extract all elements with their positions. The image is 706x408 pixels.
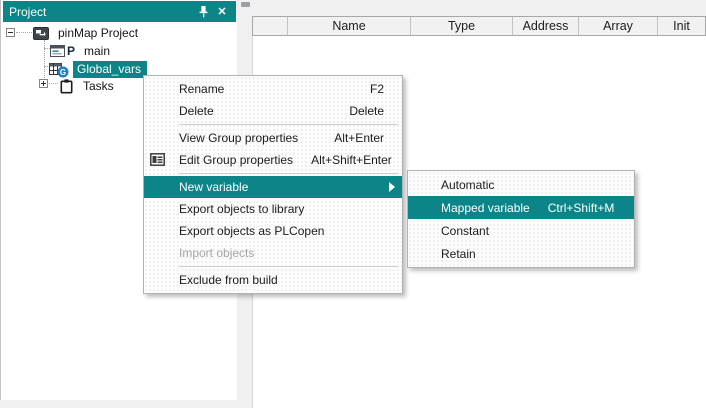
tree-expander-expand[interactable] <box>39 79 48 88</box>
panel-title: Project <box>9 5 46 19</box>
context-menu: Rename F2 Delete Delete View Group prope… <box>143 75 403 294</box>
column-header-array[interactable]: Array <box>579 17 658 35</box>
shortcut: Alt+Enter <box>316 131 384 145</box>
global-vars-icon: G <box>49 61 73 77</box>
project-icon <box>33 27 49 40</box>
program-icon <box>50 45 65 57</box>
column-header-name[interactable]: Name <box>288 17 411 35</box>
shortcut: Delete <box>331 104 384 118</box>
shortcut: Alt+Shift+Enter <box>293 153 392 167</box>
pin-icon[interactable] <box>195 4 211 19</box>
column-header-type[interactable]: Type <box>411 17 513 35</box>
context-menu-item-export-objects-as-plcopen[interactable]: Export objects as PLCopen <box>144 220 402 242</box>
tree-connector <box>16 32 32 33</box>
tasks-icon <box>60 79 73 94</box>
menu-separator <box>179 266 398 267</box>
submenu-item-mapped-variable[interactable]: Mapped variable Ctrl+Shift+M <box>408 196 634 219</box>
submenu-new-variable: Automatic Mapped variable Ctrl+Shift+M C… <box>407 170 635 268</box>
tree-item-global-vars[interactable]: G Global_vars <box>49 61 147 77</box>
context-menu-item-edit-group-properties[interactable]: Edit Group properties Alt+Shift+Enter <box>144 149 402 171</box>
column-header-address[interactable]: Address <box>513 17 579 35</box>
tree-item-label[interactable]: Tasks <box>83 79 114 93</box>
tree-item-label-selected[interactable]: Global_vars <box>73 61 147 78</box>
submenu-item-constant[interactable]: Constant <box>408 219 634 242</box>
submenu-item-retain[interactable]: Retain <box>408 242 634 265</box>
submenu-item-automatic[interactable]: Automatic <box>408 173 634 196</box>
properties-form-icon <box>150 153 165 166</box>
tree-expander-collapse[interactable] <box>6 28 15 37</box>
tree-item-tasks[interactable]: Tasks <box>60 78 114 94</box>
tree-connector <box>49 83 58 84</box>
context-menu-item-new-variable[interactable]: New variable <box>144 176 402 198</box>
column-header-init[interactable]: Init <box>658 17 705 35</box>
tree-item-project-root[interactable]: pinMap Project <box>33 25 138 41</box>
context-menu-item-delete[interactable]: Delete Delete <box>144 100 402 122</box>
close-icon[interactable]: ✕ <box>214 4 230 19</box>
context-menu-item-rename[interactable]: Rename F2 <box>144 78 402 100</box>
svg-text:G: G <box>60 68 66 77</box>
tree-item-label[interactable]: pinMap Project <box>58 26 138 40</box>
toolbar-icon[interactable] <box>241 2 250 7</box>
project-panel-header[interactable]: Project ✕ <box>3 1 236 22</box>
menu-separator <box>179 124 398 125</box>
submenu-arrow-icon <box>389 182 395 192</box>
tree-item-label[interactable]: main <box>84 44 110 58</box>
shortcut: Ctrl+Shift+M <box>530 201 615 215</box>
context-menu-item-import-objects: Import objects <box>144 242 402 264</box>
context-menu-item-exclude-from-build[interactable]: Exclude from build <box>144 269 402 291</box>
program-letter: P <box>67 44 75 58</box>
tree-connector <box>44 40 45 84</box>
column-header-row[interactable] <box>253 17 288 35</box>
menu-separator <box>179 173 398 174</box>
shortcut: F2 <box>352 82 384 96</box>
context-menu-item-export-objects-to-library[interactable]: Export objects to library <box>144 198 402 220</box>
context-menu-item-view-group-properties[interactable]: View Group properties Alt+Enter <box>144 127 402 149</box>
variables-table-header: Name Type Address Array Init <box>252 16 706 36</box>
tree-item-main[interactable]: P main <box>50 43 110 59</box>
